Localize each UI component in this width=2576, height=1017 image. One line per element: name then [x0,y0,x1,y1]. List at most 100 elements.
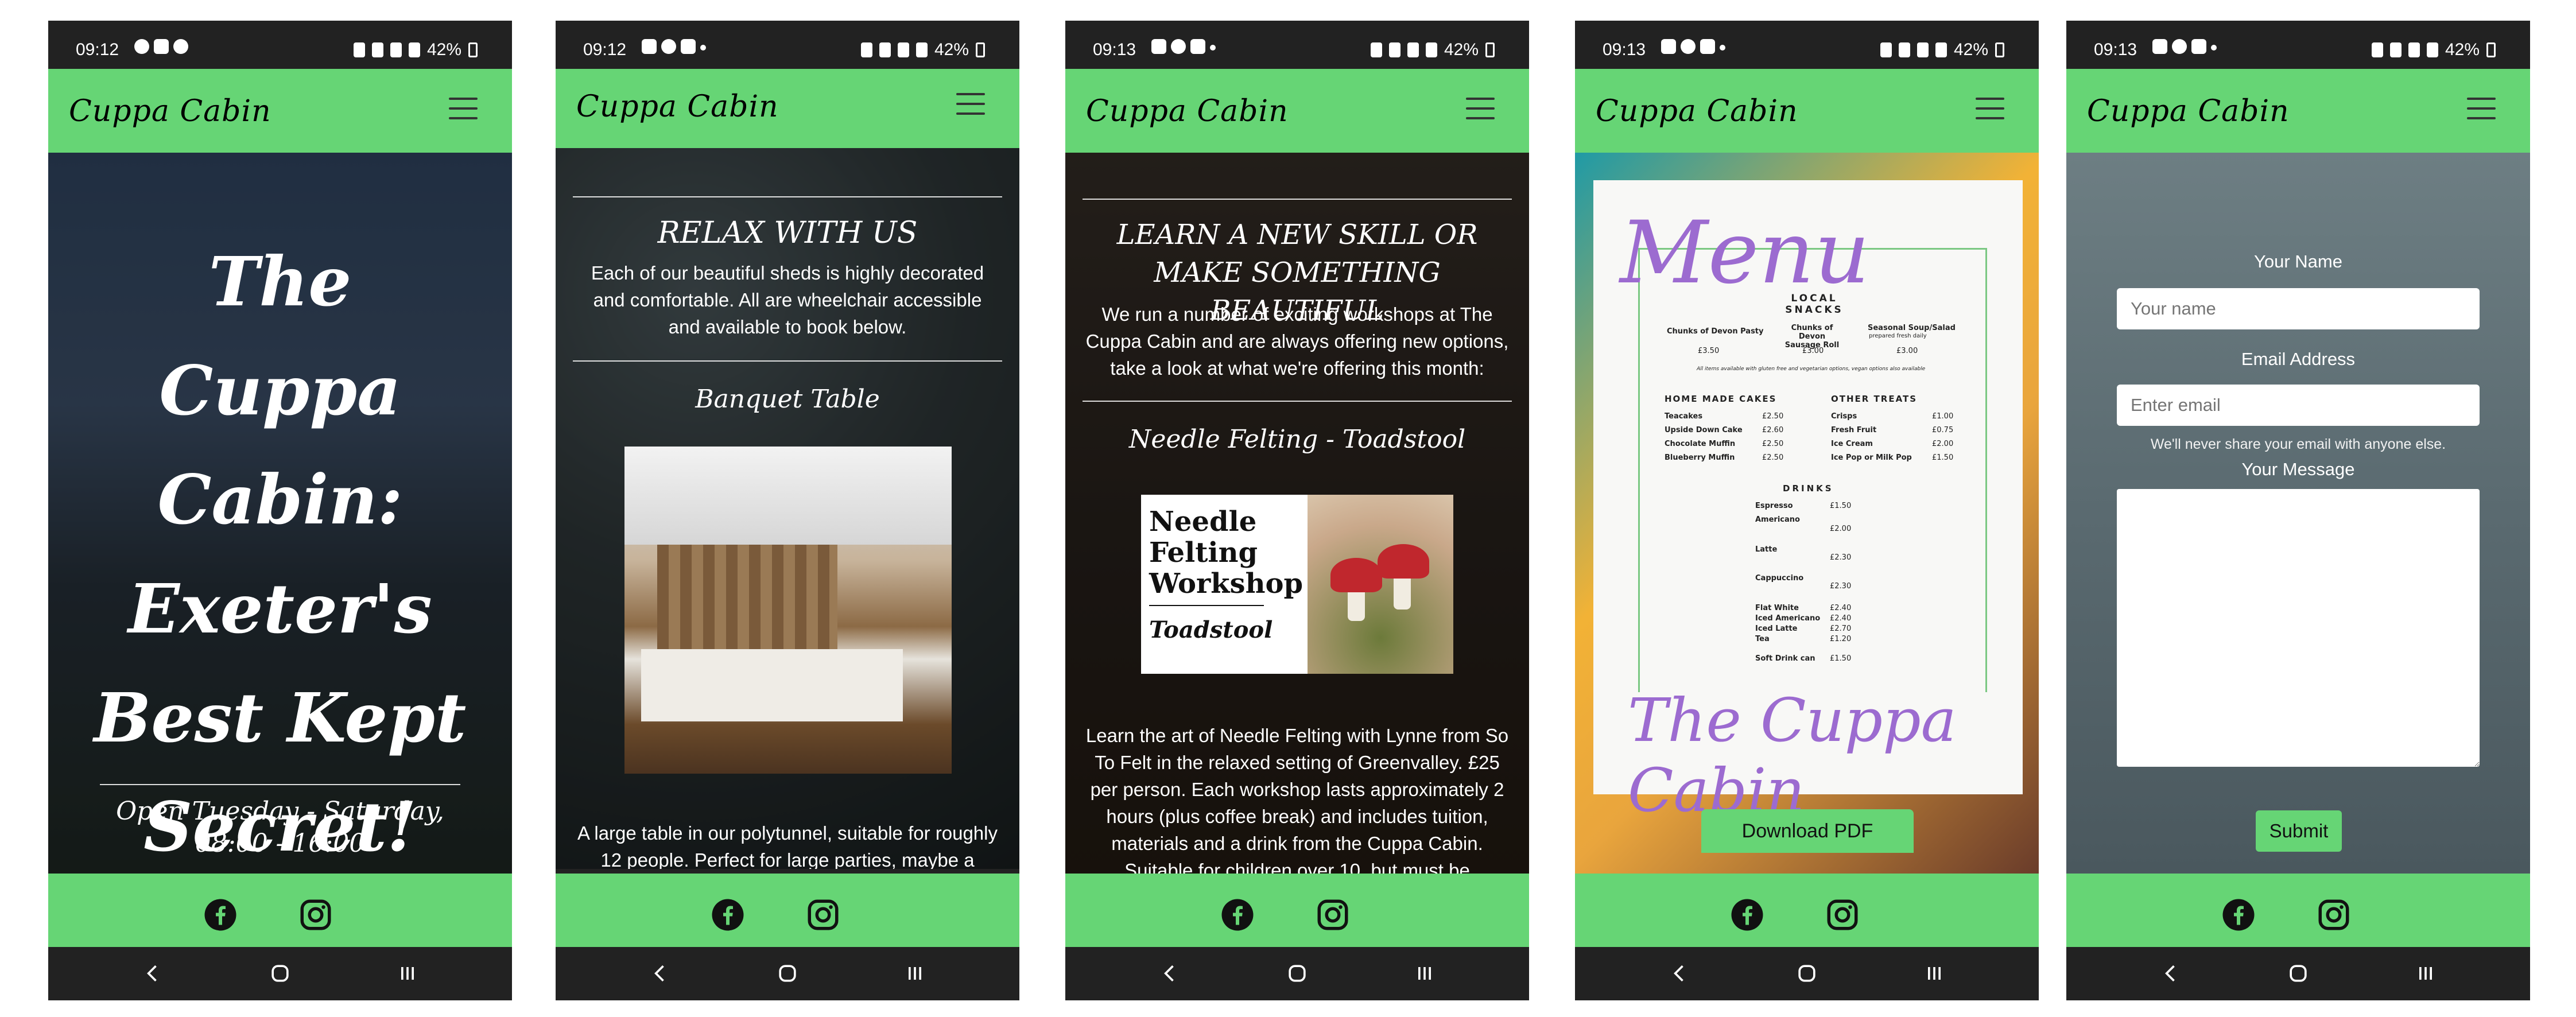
back-icon[interactable] [1157,961,1182,986]
instagram-icon[interactable] [1316,898,1350,932]
divider [100,784,460,785]
message-label: Your Message [2241,459,2355,479]
menu-item: Iced Latte [1755,624,1798,633]
menu-item: Teacakes [1665,412,1703,421]
facebook-icon[interactable] [1220,898,1255,932]
menu-brand-script: The Cuppa Cabin [1628,685,1957,825]
home-icon[interactable] [2286,961,2311,986]
menu-price: £3.50 [1698,347,1720,355]
menu-price: £3.00 [1802,347,1824,355]
hero-section: The Cuppa Cabin: Exeter's Best Kept Secr… [48,153,512,874]
contact-section: Your Name Email Address We'll never shar… [2066,153,2530,874]
facebook-icon[interactable] [1730,898,1764,932]
section-heading: RELAX WITH US [657,216,918,250]
notification-icons [1151,39,1216,54]
battery-percent: 42% [1444,40,1479,59]
more-dot-icon [1210,45,1216,51]
messenger-icon [2172,39,2187,54]
menu-note: All items available with gluten free and… [1697,366,1926,372]
status-bar: 09:12 42% [48,21,512,69]
instagram-icon[interactable] [806,898,840,932]
back-icon[interactable] [1667,961,1692,986]
local-snacks-heading: LOCAL SNACKS [1785,293,1844,316]
alarm-icon [1880,42,1892,57]
drop-icon [173,39,188,54]
system-status: 42% [1880,40,2004,60]
email-label: Email Address [2241,349,2356,369]
system-navigation [1575,947,2039,1000]
footer [2066,874,2530,947]
phone-screen-workshops: 09:13 42% Cuppa Cabin LEARN A NEW SKILL … [1065,21,1529,1000]
banquet-table-photo [624,447,952,774]
brand-logo[interactable]: Cuppa Cabin [576,90,779,124]
system-navigation [556,947,1019,1000]
recents-icon[interactable] [1412,961,1437,986]
item-title: Banquet Table [695,385,880,414]
recents-icon[interactable] [902,961,928,986]
facebook-icon[interactable] [2221,898,2256,932]
hamburger-icon[interactable] [956,93,985,116]
instagram-icon[interactable] [2317,898,2351,932]
wifi-icon [390,42,402,57]
gallery-icon [2152,39,2167,54]
recents-icon[interactable] [1922,961,1947,986]
home-icon[interactable] [1794,961,1820,986]
home-icon[interactable] [1285,961,1310,986]
menu-item: Flat White [1755,604,1799,612]
menu-price: £2.40 [1830,614,1852,623]
hamburger-icon[interactable] [1466,98,1495,121]
battery-percent: 42% [426,40,461,59]
divider [1083,401,1512,402]
gallery-icon [642,39,657,54]
instagram-icon[interactable] [298,898,333,932]
menu-item: Fresh Fruit [1831,426,1877,434]
brand-logo[interactable]: Cuppa Cabin [69,94,271,129]
hero-title: The Cuppa Cabin: Exeter's Best Kept Secr… [94,242,467,867]
item-description: A large table in our polytunnel, suitabl… [577,822,998,869]
signal-icon [915,42,928,57]
email-input[interactable] [2117,385,2480,426]
brand-logo[interactable]: Cuppa Cabin [1086,94,1289,129]
submit-button[interactable]: Submit [2256,810,2342,852]
menu-item: Ice Cream [1831,440,1873,448]
back-icon[interactable] [647,961,673,986]
menu-item: Crisps [1831,412,1857,421]
download-pdf-button[interactable]: Download PDF [1701,809,1914,853]
brand-logo[interactable]: Cuppa Cabin [2087,94,2290,129]
name-label: Your Name [2254,251,2342,271]
hamburger-icon[interactable] [449,98,478,121]
navbar: Cuppa Cabin [48,69,512,153]
name-input[interactable] [2117,288,2480,329]
menu-item: Tea [1755,635,1770,643]
message-textarea[interactable] [2117,489,2480,767]
brand-logo[interactable]: Cuppa Cabin [1596,94,1798,129]
section-intro: We run a number of exciting workshops at… [1085,304,1509,379]
poster-rule [1149,605,1264,606]
system-navigation [1065,947,1529,1000]
facebook-icon[interactable] [203,898,238,932]
home-icon[interactable] [775,961,800,986]
recents-icon[interactable] [395,961,420,986]
hamburger-icon[interactable] [2467,98,2496,121]
battery-percent: 42% [2445,40,2480,59]
status-time: 09:13 [1603,40,1646,59]
menu-item: Espresso [1755,502,1793,510]
navbar: Cuppa Cabin [2066,69,2530,153]
messenger-icon [134,39,149,54]
back-icon[interactable] [140,961,165,986]
mute-icon [2389,42,2402,57]
facebook-icon[interactable] [711,898,745,932]
back-icon[interactable] [2158,961,2183,986]
section-intro: Each of our beautiful sheds is highly de… [591,262,984,337]
mute-icon [1898,42,1910,57]
home-icon[interactable] [267,961,293,986]
divider [573,196,1002,197]
recents-icon[interactable] [2413,961,2438,986]
hamburger-icon[interactable] [1976,98,2004,121]
phone-screen-home: 09:12 42% Cuppa Cabin The Cuppa Cabin: E… [48,21,512,1000]
menu-item: Iced Americano [1755,614,1821,623]
menu-item: Blueberry Muffin [1665,453,1735,462]
system-navigation [2066,947,2530,1000]
app-icon [2191,39,2206,54]
instagram-icon[interactable] [1825,898,1860,932]
